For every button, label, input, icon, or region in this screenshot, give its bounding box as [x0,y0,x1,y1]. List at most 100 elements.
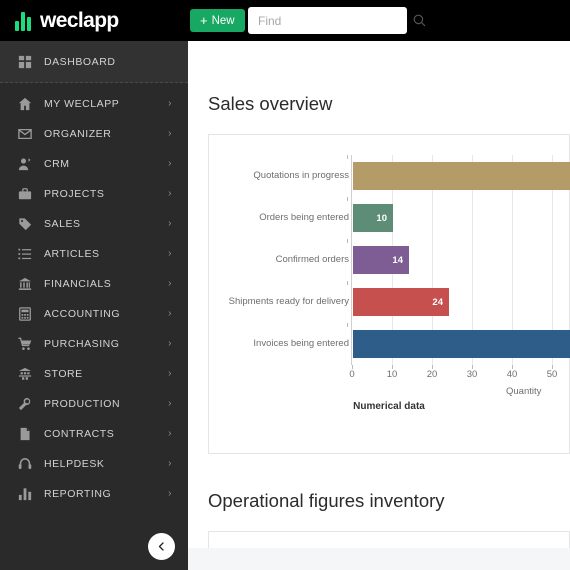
page-title-operational-figures: Operational figures inventory [208,490,445,511]
chevron-right-icon: › [168,368,172,379]
chart-x-tick-label: 0 [349,369,355,380]
chart-x-tick-label: 50 [546,369,558,380]
chart-plot-area: Quotations in progress Orders being enter… [229,155,570,397]
list-icon [17,247,32,261]
logo-text: weclapp [40,8,119,32]
new-button[interactable]: + New [190,9,245,32]
sidebar-item-label: ACCOUNTING [44,308,121,320]
sidebar-item-label: REPORTING [44,488,112,500]
chevron-right-icon: › [168,428,172,439]
cart-icon [17,337,32,351]
sidebar-item-dashboard[interactable]: DASHBOARD [0,41,188,83]
sidebar-item-label: SALES [44,218,81,230]
chart-category-label: Quotations in progress [253,170,349,181]
search-input[interactable] [248,7,413,34]
bank-icon [17,277,32,291]
sidebar-item-store[interactable]: STORE › [0,359,188,389]
chevron-right-icon: › [168,248,172,259]
new-button-label: New [211,14,235,27]
sidebar-item-accounting[interactable]: ACCOUNTING › [0,299,188,329]
chart-category-label: Invoices being entered [253,338,349,349]
chart-bar-value-label: 14 [392,254,403,266]
sidebar-item-label: DASHBOARD [44,55,116,68]
bottom-band [188,548,570,570]
sidebar-item-my-weclapp[interactable]: MY WECLAPP › [0,89,188,119]
home-icon [17,97,32,111]
sidebar-item-label: FINANCIALS [44,278,112,290]
chart-category-label: Confirmed orders [275,254,349,265]
chevron-right-icon: › [168,308,172,319]
sidebar-item-label: STORE [44,368,83,380]
headset-icon [17,457,32,471]
chart-x-tick-label: 20 [426,369,438,380]
sidebar-item-purchasing[interactable]: PURCHASING › [0,329,188,359]
sidebar-item-label: PROJECTS [44,188,105,200]
chart-bar[interactable]: 14 [353,246,409,274]
wrench-icon [17,397,32,411]
search-box[interactable] [248,7,426,34]
sidebar-item-label: ORGANIZER [44,128,112,140]
sidebar-nav: DASHBOARD MY WECLAPP › ORGANIZER › CRM › PROJEC… [0,41,188,509]
sidebar-item-projects[interactable]: PROJECTS › [0,179,188,209]
document-icon [17,427,32,441]
sidebar-item-production[interactable]: PRODUCTION › [0,389,188,419]
chart-category-label: Orders being entered [259,212,349,223]
chevron-right-icon: › [168,128,172,139]
chart-y-tick [347,239,348,243]
chart-bar[interactable]: 24 [353,288,449,316]
main-content: Sales overview Quotations in progress Ord… [188,41,570,570]
chart-bar-value-label: 10 [376,212,387,224]
sidebar-item-label: CONTRACTS [44,428,115,440]
sidebar-item-sales[interactable]: SALES › [0,209,188,239]
chart-x-tick-label: 30 [466,369,478,380]
sales-overview-chart: Quotations in progress Orders being enter… [209,135,570,453]
sidebar: DASHBOARD MY WECLAPP › ORGANIZER › CRM › PROJEC… [0,41,188,570]
search-icon[interactable] [413,14,426,27]
chart-x-axis-title: Quantity [506,386,542,397]
sidebar-collapse-button[interactable] [148,533,175,560]
app-logo[interactable]: weclapp [15,9,119,33]
sidebar-item-crm[interactable]: CRM › [0,149,188,179]
page-title-sales-overview: Sales overview [208,93,333,114]
chart-y-tick [347,323,348,327]
chart-y-tick [347,155,348,159]
sidebar-item-label: CRM [44,158,70,170]
chart-legend-title: Numerical data [353,401,425,412]
chevron-right-icon: › [168,158,172,169]
chevron-right-icon: › [168,338,172,349]
chevron-right-icon: › [168,458,172,469]
envelope-icon [17,127,32,141]
sales-overview-card: Quotations in progress Orders being enter… [208,134,570,454]
sidebar-item-reporting[interactable]: REPORTING › [0,479,188,509]
chart-bar-value-label: 24 [432,296,443,308]
chevron-right-icon: › [168,98,172,109]
sidebar-item-articles[interactable]: ARTICLES › [0,239,188,269]
chevron-right-icon: › [168,398,172,409]
sidebar-item-financials[interactable]: FINANCIALS › [0,269,188,299]
warehouse-icon [17,367,32,381]
chart-category-label: Shipments ready for delivery [228,296,349,307]
app-root: weclapp + New DASHBOARDMY WECLAPP›ORGANI… [0,0,570,570]
chart-bar[interactable] [353,162,570,190]
chart-bar[interactable]: 10 [353,204,393,232]
weclapp-bars-logo-icon [15,10,33,31]
sidebar-item-label: PRODUCTION [44,398,121,410]
sidebar-item-label: MY WECLAPP [44,98,120,110]
chevron-right-icon: › [168,188,172,199]
calculator-icon [17,307,32,321]
sidebar-item-organizer[interactable]: ORGANIZER › [0,119,188,149]
sidebar-item-label: PURCHASING [44,338,120,350]
sidebar-item-contracts[interactable]: CONTRACTS › [0,419,188,449]
sidebar-item-label: ARTICLES [44,248,100,260]
chart-x-tick-label: 40 [506,369,518,380]
sidebar-item-label: HELPDESK [44,458,105,470]
chart-y-tick [347,197,348,201]
chevron-right-icon: › [168,278,172,289]
chart-x-tick-label: 10 [386,369,398,380]
chart-bar[interactable] [353,330,570,358]
chevron-left-icon [158,542,164,551]
user-icon [17,157,32,171]
sidebar-item-helpdesk[interactable]: HELPDESK › [0,449,188,479]
tag-icon [17,217,32,231]
barchart-icon [17,487,32,501]
